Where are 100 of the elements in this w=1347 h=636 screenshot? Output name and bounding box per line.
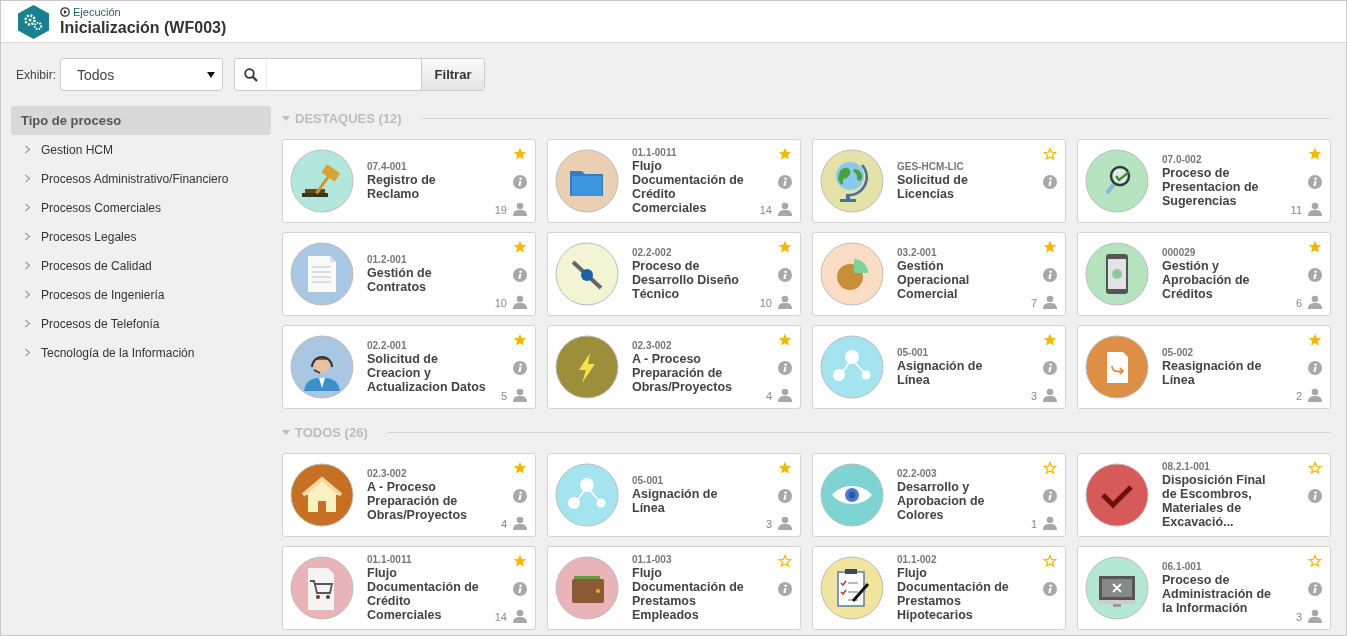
process-title: A - Proceso Preparación de Obras/Proyectos: [367, 480, 469, 522]
user-count: 6: [1295, 297, 1302, 309]
process-card[interactable]: 02.3-002 A - Proceso Preparación de Obras/Proyectos 4: [282, 453, 536, 537]
info-icon[interactable]: [778, 581, 792, 596]
star-icon[interactable]: [513, 461, 527, 475]
user-count: 4: [765, 390, 772, 402]
user-count: 14: [759, 204, 772, 216]
process-card[interactable]: 02.2-002 Proceso de Desarrollo Diseño Técnico 10: [547, 232, 801, 316]
process-title: Proceso de Presentacion de Sugerencias: [1162, 166, 1260, 208]
info-icon[interactable]: [1308, 360, 1322, 375]
star-icon[interactable]: [1043, 461, 1057, 475]
star-icon[interactable]: [778, 147, 792, 161]
process-code: 01.1-0011: [632, 147, 678, 159]
process-card[interactable]: 02.3-002 A - Proceso Preparación de Obras/Proyectos 4: [547, 325, 801, 409]
star-icon[interactable]: [1308, 461, 1322, 475]
process-card[interactable]: 08.2.1-001 Disposición Final de Escombros, Materiales de Excavació...: [1077, 453, 1331, 537]
star-icon[interactable]: [778, 461, 792, 475]
process-code: 000029: [1162, 247, 1197, 259]
user-count: 3: [765, 518, 772, 530]
user-icon: [1308, 202, 1322, 216]
info-icon[interactable]: [1043, 581, 1057, 596]
info-icon[interactable]: [513, 174, 527, 189]
process-code: 02.3-002: [632, 340, 673, 352]
breadcrumb-link[interactable]: Ejecución: [60, 6, 227, 18]
process-card[interactable]: 07.4-001 Registro de Reclamo 19: [282, 139, 536, 223]
star-icon[interactable]: [513, 147, 527, 161]
user-icon: [1043, 388, 1057, 402]
user-icon: [778, 295, 792, 309]
process-code: 01.1-002: [897, 554, 938, 566]
star-icon[interactable]: [1043, 147, 1057, 161]
info-icon[interactable]: [1043, 488, 1057, 503]
info-icon[interactable]: [778, 360, 792, 375]
process-card[interactable]: 000029 Gestión y Aprobación de Créditos 6: [1077, 232, 1331, 316]
star-icon[interactable]: [1308, 240, 1322, 254]
info-icon[interactable]: [1043, 360, 1057, 375]
sidebar-item[interactable]: Tecnología de la Información: [41, 345, 195, 360]
sidebar-item[interactable]: Procesos de Telefonía: [41, 316, 160, 331]
star-icon[interactable]: [778, 240, 792, 254]
info-icon[interactable]: [1043, 174, 1057, 189]
user-icon: [778, 516, 792, 530]
sidebar-item[interactable]: Procesos Legales: [41, 229, 137, 244]
info-icon[interactable]: [513, 488, 527, 503]
info-icon[interactable]: [1308, 267, 1322, 282]
star-icon[interactable]: [1043, 240, 1057, 254]
sidebar-item[interactable]: Procesos de Calidad: [41, 258, 152, 273]
process-card[interactable]: GES-HCM-LIC Solicitud de Licencias: [812, 139, 1066, 223]
star-icon[interactable]: [1308, 554, 1322, 568]
play-icon: [60, 7, 70, 17]
sidebar-item[interactable]: Procesos de Ingeniería: [41, 287, 165, 302]
info-icon[interactable]: [1308, 174, 1322, 189]
info-icon[interactable]: [778, 174, 792, 189]
star-icon[interactable]: [778, 333, 792, 347]
process-card[interactable]: 02.2-003 Desarrollo y Aprobacion de Colores 1: [812, 453, 1066, 537]
sidebar-item[interactable]: Procesos Comerciales: [41, 200, 162, 215]
gears-logo-icon: [18, 4, 49, 39]
process-card[interactable]: 02.2-001 Solicitud de Creacion y Actualizacion Datos 5: [282, 325, 536, 409]
sidebar-title: Tipo de proceso: [11, 106, 271, 135]
process-title: Gestión y Aprobación de Créditos: [1162, 259, 1251, 301]
info-icon[interactable]: [1308, 581, 1322, 596]
process-title: Asignación de Línea: [632, 487, 719, 515]
process-title: Flujo Documentación de Prestamos Hipotecarios: [897, 566, 1010, 622]
process-card[interactable]: 05-001 Asignación de Línea 3: [547, 453, 801, 537]
info-icon[interactable]: [513, 360, 527, 375]
process-code: GES-HCM-LIC: [897, 161, 965, 173]
info-icon[interactable]: [513, 581, 527, 596]
star-icon[interactable]: [1043, 554, 1057, 568]
sidebar-item[interactable]: Gestion HCM: [41, 142, 114, 157]
process-card[interactable]: 01.1-002 Flujo Documentación de Prestamos Hipotecarios: [812, 546, 1066, 630]
process-code: 01.2-001: [367, 254, 408, 266]
star-icon[interactable]: [1308, 147, 1322, 161]
process-card[interactable]: 06.1-001 Proceso de Administración de la Información 3: [1077, 546, 1331, 630]
process-card[interactable]: 01.2-001 Gestión de Contratos 10: [282, 232, 536, 316]
process-card[interactable]: 03.2-001 Gestión Operacional Comercial 7: [812, 232, 1066, 316]
star-icon[interactable]: [1043, 333, 1057, 347]
info-icon[interactable]: [1308, 488, 1322, 503]
user-icon: [513, 202, 527, 216]
process-title: Proceso de Desarrollo Diseño Técnico: [632, 259, 740, 301]
show-dropdown[interactable]: Todos: [60, 58, 223, 91]
process-card[interactable]: 05-001 Asignación de Línea 3: [812, 325, 1066, 409]
info-icon[interactable]: [1043, 267, 1057, 282]
process-card[interactable]: 01.1-003 Flujo Documentación de Prestamos Empleados: [547, 546, 801, 630]
process-card[interactable]: 05-002 Reasignación de Línea 2: [1077, 325, 1331, 409]
caret-icon[interactable]: [282, 429, 290, 436]
star-icon[interactable]: [513, 240, 527, 254]
caret-icon[interactable]: [282, 115, 290, 122]
star-icon[interactable]: [778, 554, 792, 568]
star-icon[interactable]: [1308, 333, 1322, 347]
sidebar-item[interactable]: Procesos Administrativo/Financiero: [41, 171, 229, 186]
info-icon[interactable]: [778, 267, 792, 282]
process-card[interactable]: 07.0-002 Proceso de Presentacion de Sugerencias 11: [1077, 139, 1331, 223]
process-code: 02.2-001: [367, 340, 408, 352]
info-icon[interactable]: [513, 267, 527, 282]
info-icon[interactable]: [778, 488, 792, 503]
star-icon[interactable]: [513, 554, 527, 568]
process-card[interactable]: 01.1-0011 Flujo Documentación de Crédito Comerciales 14: [547, 139, 801, 223]
process-title: Asignación de Línea: [897, 359, 984, 387]
process-code: 06.1-001: [1162, 561, 1203, 573]
star-icon[interactable]: [513, 333, 527, 347]
process-card[interactable]: 01.1-0011 Flujo Documentación de Crédito Comerciales 14: [282, 546, 536, 630]
process-code: 01.1-003: [632, 554, 673, 566]
